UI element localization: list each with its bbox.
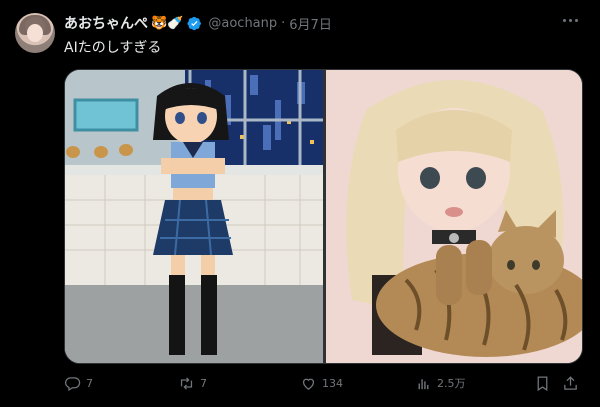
tweet-date[interactable]: 6月7日 xyxy=(289,14,332,33)
tweet-media[interactable] xyxy=(64,69,583,364)
tweet-text: AIたのしすぎる xyxy=(64,40,162,56)
more-options-icon[interactable] xyxy=(563,14,583,26)
reply-icon xyxy=(65,376,81,391)
views-chart-icon xyxy=(418,378,429,389)
bookmark-button[interactable] xyxy=(534,372,551,394)
author-handle[interactable]: @aochanp xyxy=(208,16,277,31)
bookmark-icon xyxy=(537,375,548,391)
reply-button[interactable]: 7 xyxy=(64,372,93,394)
separator-dot: · xyxy=(281,15,286,31)
media-image-pixel-girl[interactable] xyxy=(65,70,323,363)
verified-badge-icon xyxy=(187,16,202,30)
views-count: 2.5万 xyxy=(437,377,466,390)
girl-with-cat-illustration xyxy=(326,70,582,363)
reply-count: 7 xyxy=(86,376,93,390)
tweet-actions: 7 7 134 2.5万 xyxy=(64,372,584,394)
share-button[interactable] xyxy=(562,372,579,394)
heart-icon xyxy=(302,378,315,390)
avatar[interactable] xyxy=(15,13,55,53)
author-emoji: 🐯🍼 xyxy=(151,15,184,31)
like-button[interactable]: 134 xyxy=(300,372,343,394)
share-icon xyxy=(564,375,577,390)
like-count: 134 xyxy=(322,376,343,390)
avatar-face xyxy=(27,24,43,42)
pixel-girl-illustration xyxy=(65,70,323,363)
views-button[interactable]: 2.5万 xyxy=(415,372,466,394)
media-image-girl-with-cat[interactable] xyxy=(326,70,582,363)
author-name[interactable]: あおちゃんぺ xyxy=(64,13,148,33)
retweet-icon xyxy=(180,376,193,390)
retweet-button[interactable]: 7 xyxy=(178,372,207,394)
tweet-header: あおちゃんぺ 🐯🍼 @aochanp · 6月7日 xyxy=(64,13,332,33)
retweet-count: 7 xyxy=(200,376,207,390)
